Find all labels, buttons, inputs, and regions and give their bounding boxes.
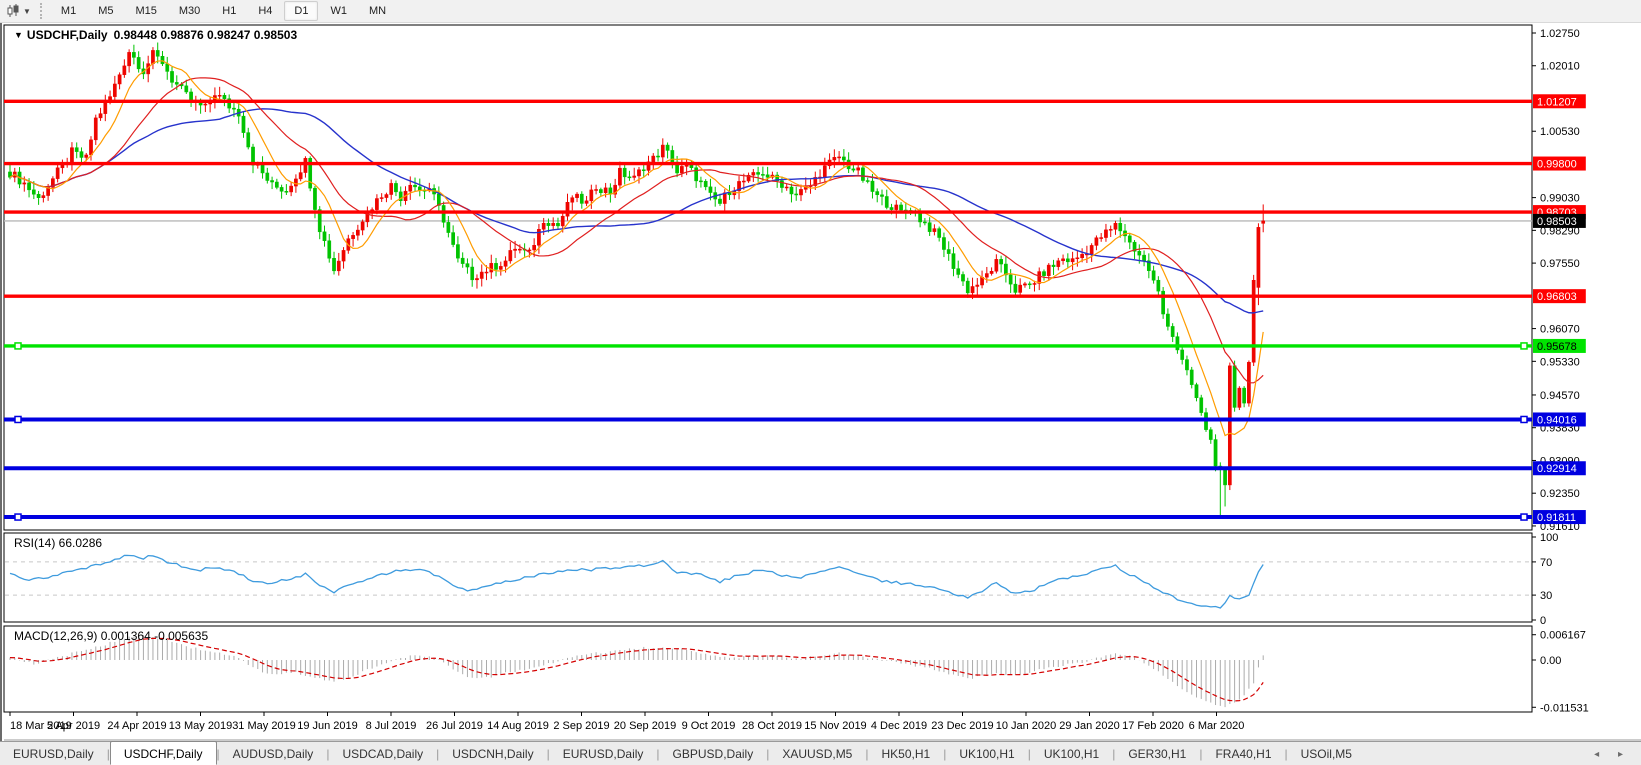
macd-axis-tick: 0.006167: [1540, 630, 1586, 642]
tf-button-mn[interactable]: MN: [359, 1, 396, 21]
tf-button-h4[interactable]: H4: [248, 1, 282, 21]
svg-text:0.95678: 0.95678: [1537, 341, 1577, 353]
candlestick-chart-icon[interactable]: [4, 3, 22, 19]
tab-ger30-h1[interactable]: GER30,H1: [1115, 744, 1199, 764]
price-tick: 0.96070: [1540, 324, 1580, 336]
axis-badge: 0.96803: [1533, 289, 1586, 303]
tf-button-m5[interactable]: M5: [88, 1, 123, 21]
price-tick: 0.95330: [1540, 356, 1580, 368]
tab-scroll-arrows[interactable]: ◂ ▸: [1594, 749, 1631, 760]
axis-badge: 0.94016: [1533, 412, 1586, 426]
tab-usdcad-daily[interactable]: USDCAD,Daily: [329, 744, 436, 764]
date-label: 28 Oct 2019: [742, 720, 802, 732]
chart-canvas[interactable]: 1.027501.020101.005300.990300.982900.975…: [2, 23, 1641, 764]
chart-type-caret-icon[interactable]: ▼: [23, 7, 31, 16]
price-tick: 1.00530: [1540, 126, 1580, 138]
date-label: 6 Mar 2020: [1189, 720, 1245, 732]
date-label: 4 Dec 2019: [871, 720, 927, 732]
date-label: 10 Jan 2020: [996, 720, 1057, 732]
svg-text:0.99800: 0.99800: [1537, 159, 1577, 171]
pane-borders: [4, 25, 1641, 740]
date-label: 20 Sep 2019: [614, 720, 676, 732]
tf-button-m15[interactable]: M15: [125, 1, 166, 21]
rsi-axis-tick: 70: [1540, 557, 1552, 569]
macd-label: MACD(12,26,9) 0.001364 -0.005635: [14, 629, 208, 643]
svg-text:0.91811: 0.91811: [1537, 512, 1576, 524]
level-handle: [15, 514, 21, 520]
axis-badge: 0.92914: [1533, 461, 1586, 475]
tab-usoil-m5[interactable]: USOil,M5: [1288, 744, 1365, 764]
date-label: 24 Apr 2019: [107, 720, 166, 732]
tab-usdchf-daily[interactable]: USDCHF,Daily: [110, 741, 217, 765]
axis-badge: 0.99800: [1533, 157, 1586, 171]
price-tick: 0.92350: [1540, 488, 1580, 500]
axis-badge: 0.98503: [1533, 214, 1586, 228]
axis-badge: 1.01207: [1533, 94, 1586, 108]
tab-audusd-daily[interactable]: AUDUSD,Daily: [220, 744, 327, 764]
price-tick: 0.94570: [1540, 390, 1580, 402]
date-label: 2 Sep 2019: [553, 720, 609, 732]
macd-axis-tick: 0.00: [1540, 655, 1561, 667]
tf-button-w1[interactable]: W1: [320, 1, 357, 21]
date-label: 15 Nov 2019: [804, 720, 866, 732]
tab-uk100-h1[interactable]: UK100,H1: [1031, 744, 1112, 764]
tab-gbpusd-daily[interactable]: GBPUSD,Daily: [660, 744, 767, 764]
tab-usdcnh-daily[interactable]: USDCNH,Daily: [439, 744, 546, 764]
tf-button-m1[interactable]: M1: [51, 1, 86, 21]
rsi-label: RSI(14) 66.0286: [14, 536, 102, 550]
level-handle: [1521, 416, 1527, 422]
level-handle: [1521, 514, 1527, 520]
date-label: 13 May 2019: [169, 720, 233, 732]
trading-terminal: ▼ M1M5M15M30H1H4D1W1MN 1.02750 1.02010 1.0…: [0, 0, 1641, 765]
tf-button-d1[interactable]: D1: [284, 1, 318, 21]
svg-text:0.98503: 0.98503: [1537, 216, 1577, 228]
price-tick: 0.97550: [1540, 258, 1580, 270]
axis-badge: 0.95678: [1533, 339, 1586, 353]
level-handle: [15, 343, 21, 349]
toolbar-separator: [40, 3, 42, 19]
macd-axis-tick: -0.011531: [1540, 702, 1589, 714]
rsi-axis-tick: 30: [1540, 590, 1552, 602]
axis-badge: 0.91811: [1533, 510, 1586, 524]
rsi-axis-tick: 100: [1540, 532, 1558, 544]
candlestick-glyph: [6, 4, 20, 18]
chart-window: 1.027501.020101.005300.990300.982900.975…: [0, 23, 1641, 741]
tf-button-h1[interactable]: H1: [212, 1, 246, 21]
tab-fra40-h1[interactable]: FRA40,H1: [1202, 744, 1284, 764]
level-handle: [15, 416, 21, 422]
level-handle: [1521, 343, 1527, 349]
symbol-label: USDCHF,Daily: [27, 28, 108, 42]
date-label: 17 Feb 2020: [1122, 720, 1184, 732]
svg-text:1.01207: 1.01207: [1537, 96, 1577, 108]
rsi-axis-tick: 0: [1540, 615, 1546, 627]
date-label: 14 Aug 2019: [487, 720, 549, 732]
date-label: 19 Jun 2019: [297, 720, 358, 732]
price-tick: 1.02750: [1540, 28, 1580, 40]
tab-xauusd-m5[interactable]: XAUUSD,M5: [769, 744, 865, 764]
svg-text:0.92914: 0.92914: [1537, 463, 1577, 475]
title-caret-icon[interactable]: ▼: [14, 30, 23, 40]
tab-hk50-h1[interactable]: HK50,H1: [868, 744, 943, 764]
date-label: 26 Jul 2019: [426, 720, 483, 732]
svg-text:0.94016: 0.94016: [1537, 414, 1577, 426]
price-tick: 1.02010: [1540, 61, 1580, 73]
tab-bar: EURUSD,Daily|USDCHF,Daily|AUDUSD,Daily|U…: [0, 741, 1641, 765]
tab-eurusd-daily[interactable]: EURUSD,Daily: [550, 744, 657, 764]
date-label: 31 May 2019: [232, 720, 296, 732]
price-tick: 0.99030: [1540, 193, 1580, 205]
date-label: 8 Jul 2019: [366, 720, 417, 732]
ohlc-values: 0.98448 0.98876 0.98247 0.98503: [114, 28, 298, 42]
timeframe-toolbar: ▼ M1M5M15M30H1H4D1W1MN: [0, 0, 1641, 23]
tab-uk100-h1[interactable]: UK100,H1: [946, 744, 1027, 764]
date-label: 23 Dec 2019: [931, 720, 993, 732]
date-label: 29 Jan 2020: [1059, 720, 1120, 732]
tab-eurusd-daily[interactable]: EURUSD,Daily: [0, 744, 107, 764]
tf-button-m30[interactable]: M30: [169, 1, 210, 21]
svg-text:0.96803: 0.96803: [1537, 291, 1577, 303]
date-label: 5 Apr 2019: [47, 720, 100, 732]
date-label: 9 Oct 2019: [682, 720, 736, 732]
timeframe-buttons: M1M5M15M30H1H4D1W1MN: [50, 1, 397, 21]
chart-title: ▼ USDCHF,Daily 0.98448 0.98876 0.98247 0.…: [14, 28, 297, 42]
